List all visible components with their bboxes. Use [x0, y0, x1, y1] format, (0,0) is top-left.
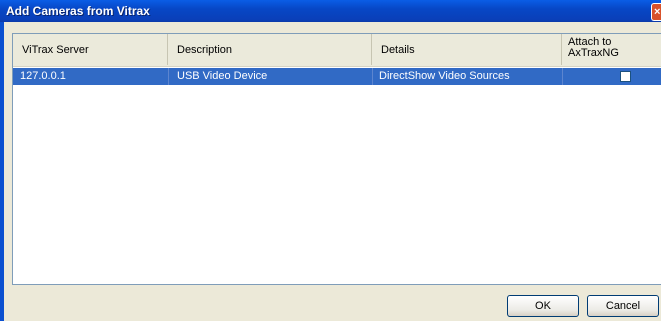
cancel-button[interactable]: Cancel — [587, 295, 659, 317]
column-separator — [168, 68, 169, 85]
cell-description: USB Video Device — [177, 70, 268, 82]
close-button[interactable]: × — [651, 3, 661, 21]
camera-list[interactable]: ViTrax Server Description Details Attach… — [12, 33, 661, 285]
column-label-description: Description — [177, 44, 233, 56]
table-row[interactable]: 127.0.0.1 USB Video Device DirectShow Vi… — [13, 68, 661, 85]
column-header-description[interactable]: Description — [168, 34, 372, 65]
list-header: ViTrax Server Description Details Attach… — [13, 34, 661, 67]
attach-checkbox[interactable] — [620, 71, 631, 82]
close-icon: × — [654, 6, 661, 18]
column-separator — [562, 68, 563, 85]
column-label-attach-line2: AxTraxNG — [568, 47, 619, 59]
column-label-details: Details — [381, 44, 415, 56]
column-header-details[interactable]: Details — [372, 34, 562, 65]
window-title: Add Cameras from Vitrax — [6, 4, 150, 18]
column-label-server: ViTrax Server — [22, 44, 89, 56]
cell-details: DirectShow Video Sources — [379, 70, 510, 82]
ok-button[interactable]: OK — [507, 295, 579, 317]
column-header-attach[interactable]: Attach to AxTraxNG — [562, 34, 661, 65]
column-header-server[interactable]: ViTrax Server — [13, 34, 168, 65]
column-label-attach: Attach to AxTraxNG — [568, 37, 619, 59]
window-frame — [0, 22, 4, 321]
column-separator — [372, 68, 373, 85]
title-bar: Add Cameras from Vitrax × — [0, 0, 661, 22]
cell-server: 127.0.0.1 — [20, 70, 66, 82]
